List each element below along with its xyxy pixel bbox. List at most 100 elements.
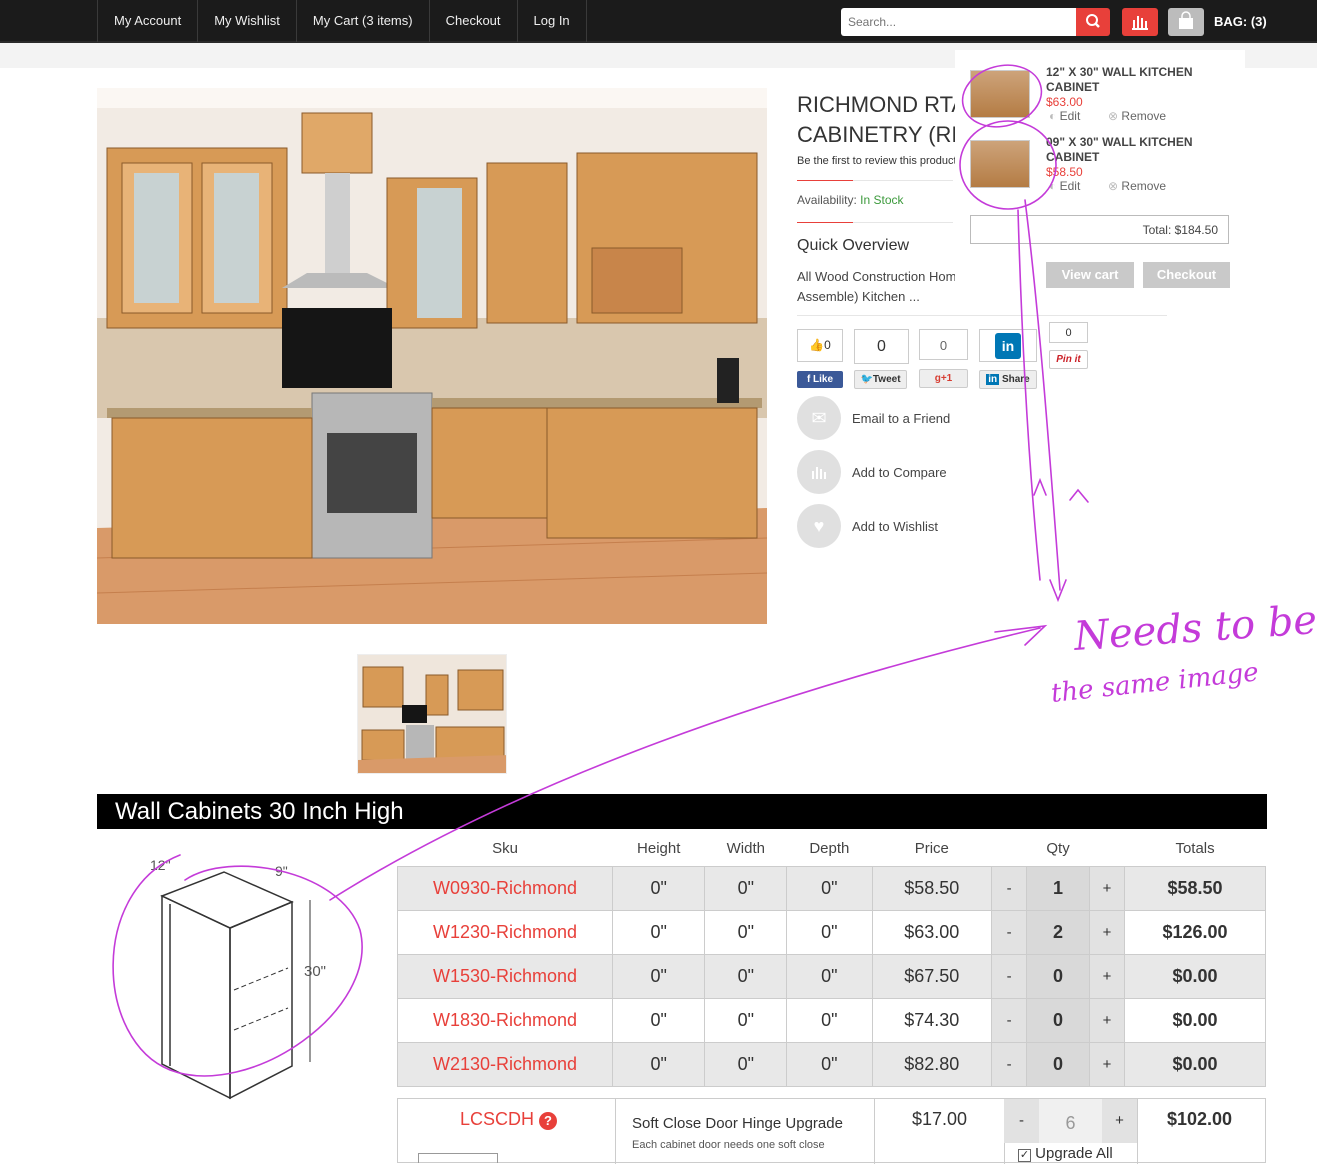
linkedin-share[interactable]: in in Share — [979, 329, 1037, 389]
google-plus[interactable]: 0 g+1 — [919, 329, 968, 388]
gplus-count: 0 — [919, 329, 968, 360]
product-title-line2: CABINETRY (RE — [797, 122, 957, 147]
qty-input[interactable]: 0 — [1026, 1041, 1091, 1087]
bag-count[interactable]: BAG: (3) — [1214, 14, 1267, 29]
upgrade-title: Soft Close Door Hinge Upgrade — [632, 1115, 843, 1132]
depth-cell: 0" — [786, 865, 873, 911]
sku-link[interactable]: W1830-Richmond — [397, 997, 613, 1043]
upgrade-sku[interactable]: LCSCDH ? — [460, 1109, 558, 1130]
qty-minus-button[interactable]: - — [991, 909, 1028, 955]
height-label: 30" — [304, 963, 326, 980]
cart-item-name[interactable]: 12" X 30" WALL KITCHEN CABINET — [1046, 65, 1206, 95]
cart-item-edit[interactable]: ◐ Edit — [1049, 109, 1080, 123]
product-title: RICHMOND RTA CABINETRY (RE — [797, 90, 957, 150]
view-cart-button[interactable]: View cart — [1046, 262, 1134, 288]
table-row: W1530-Richmond 0" 0" 0" $67.50 - 0 + $0.… — [397, 953, 1266, 999]
sku-link[interactable]: W2130-Richmond — [397, 1041, 613, 1087]
upgrade-total: $102.00 — [1167, 1109, 1233, 1129]
cart-item-image[interactable] — [970, 140, 1030, 188]
search-icon — [1086, 14, 1100, 28]
thumbs-up-icon: 👍 — [809, 338, 825, 352]
annotation-text-line1: Needs to be — [1071, 597, 1317, 660]
qty-minus-button[interactable]: - — [991, 997, 1028, 1043]
table-row: W0930-Richmond 0" 0" 0" $58.50 - 1 + $58… — [397, 865, 1266, 911]
divider — [797, 222, 853, 223]
qty-minus-button[interactable]: - — [991, 865, 1028, 911]
availability-value: In Stock — [860, 193, 904, 207]
product-table: Sku Height Width Depth Price Qty Totals … — [397, 832, 1266, 1087]
quick-overview-heading: Quick Overview — [797, 237, 910, 254]
help-icon[interactable]: ? — [539, 1112, 558, 1130]
sku-link[interactable]: W1530-Richmond — [397, 953, 613, 999]
overview-line2: Assemble) Kitchen ... — [797, 289, 920, 304]
qty-plus-button[interactable]: + — [1089, 865, 1126, 911]
divider — [615, 1099, 616, 1164]
table-header-row: Sku Height Width Depth Price Qty Totals — [398, 832, 1266, 866]
edit-icon: ◐ — [1049, 179, 1057, 193]
like-label: Like — [813, 374, 834, 385]
add-to-compare-action[interactable]: Add to Compare — [797, 450, 947, 494]
nav-my-account[interactable]: My Account — [98, 0, 199, 42]
qty-plus-button[interactable]: + — [1089, 909, 1126, 955]
remove-icon: ⊗ — [1108, 109, 1119, 123]
nav-checkout[interactable]: Checkout — [430, 0, 518, 42]
sku-link[interactable]: W1230-Richmond — [397, 909, 613, 955]
search-button[interactable] — [1076, 8, 1110, 36]
product-title-line1: RICHMOND RTA — [797, 92, 957, 117]
qty-input[interactable]: 6 — [1039, 1099, 1102, 1143]
qty-minus-button[interactable]: - — [1004, 1099, 1039, 1143]
nav-my-cart[interactable]: My Cart (3 items) — [297, 0, 430, 42]
edit-label: Edit — [1059, 109, 1081, 123]
cart-item-name[interactable]: 09" X 30" WALL KITCHEN CABINET — [1046, 135, 1206, 165]
cart-item-edit[interactable]: ◐ Edit — [1049, 179, 1080, 193]
nav-my-wishlist[interactable]: My Wishlist — [198, 0, 297, 42]
qty-minus-button[interactable]: - — [991, 1041, 1028, 1087]
height-cell: 0" — [611, 953, 706, 999]
qty-input[interactable]: 0 — [1026, 997, 1091, 1043]
facebook-like[interactable]: 👍0 f Like — [797, 329, 843, 388]
qty-input[interactable]: 2 — [1026, 909, 1091, 955]
cart-item-name-line1: 12" X 30" WALL KITCHEN — [1046, 65, 1193, 79]
col-qty: Qty — [1046, 840, 1070, 858]
qty-plus-button[interactable]: + — [1089, 1041, 1126, 1087]
qty-input[interactable]: 1 — [1026, 865, 1091, 911]
qty-minus-button[interactable]: - — [991, 953, 1028, 999]
height-cell: 0" — [611, 997, 706, 1043]
qty-input[interactable]: 0 — [1026, 953, 1091, 999]
cart-item-name-line1: 09" X 30" WALL KITCHEN — [1046, 135, 1193, 149]
cart-item-image[interactable] — [970, 70, 1030, 118]
hinge-image — [418, 1153, 498, 1163]
qty-plus-button[interactable]: + — [1089, 953, 1126, 999]
col-price: Price — [914, 840, 949, 858]
cart-item-remove[interactable]: ⊗ Remove — [1108, 179, 1166, 193]
product-main-image[interactable] — [97, 88, 767, 624]
pinterest-pin[interactable]: 0 Pin it — [1049, 322, 1088, 369]
qty-plus-button[interactable]: + — [1102, 1099, 1137, 1143]
review-link[interactable]: Be the first to review this product — [797, 155, 957, 167]
table-row: W1830-Richmond 0" 0" 0" $74.30 - 0 + $0.… — [397, 997, 1266, 1043]
height-cell: 0" — [611, 1041, 706, 1087]
price-cell: $63.00 — [871, 909, 993, 955]
divider — [853, 180, 953, 181]
bag-button[interactable] — [1168, 8, 1204, 36]
cart-item-remove[interactable]: ⊗ Remove — [1108, 109, 1166, 123]
pin-count: 0 — [1049, 322, 1088, 343]
sku-link[interactable]: W0930-Richmond — [397, 865, 613, 911]
cart-item-price: $63.00 — [1046, 95, 1083, 109]
product-thumbnail[interactable] — [357, 654, 507, 774]
linkedin-small-icon: in — [986, 374, 1000, 385]
email-friend-action[interactable]: ✉ Email to a Friend — [797, 396, 950, 440]
price-cell: $58.50 — [871, 865, 993, 911]
compare-button[interactable] — [1122, 8, 1158, 36]
upgrade-all-checkbox[interactable]: ✓ Upgrade All — [1018, 1145, 1113, 1162]
qty-plus-button[interactable]: + — [1089, 997, 1126, 1043]
add-to-wishlist-action[interactable]: ♥ Add to Wishlist — [797, 504, 938, 548]
checkout-button[interactable]: Checkout — [1143, 262, 1230, 288]
remove-icon: ⊗ — [1108, 179, 1119, 193]
overview-line1: All Wood Construction Hom — [797, 269, 955, 284]
nav-log-in[interactable]: Log In — [518, 0, 587, 42]
search-input[interactable] — [841, 8, 1076, 36]
twitter-tweet[interactable]: 0 🐦Tweet — [854, 329, 909, 389]
table-row: W1230-Richmond 0" 0" 0" $63.00 - 2 + $12… — [397, 909, 1266, 955]
height-cell: 0" — [611, 865, 706, 911]
